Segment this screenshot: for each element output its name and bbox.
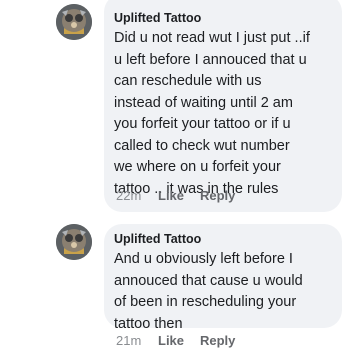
comment-actions: 22m Like Reply: [116, 187, 235, 205]
like-button[interactable]: Like: [158, 187, 200, 205]
comment-bubble: Uplifted Tattoo Did u not read wut I jus…: [104, 0, 342, 212]
comment-text: Did u not read wut I just put ..if u lef…: [114, 30, 310, 197]
like-button[interactable]: Like: [158, 332, 200, 348]
comment-author[interactable]: Uplifted Tattoo: [114, 10, 334, 26]
comment-text: And u obviously left before I annouced t…: [114, 251, 303, 332]
comment-actions: 21m Like Reply: [116, 332, 235, 348]
comment-timestamp[interactable]: 22m: [116, 187, 158, 205]
comment-bubble: Uplifted Tattoo And u obviously left bef…: [104, 224, 342, 332]
avatar-image-icon: [56, 224, 92, 260]
avatar-image-icon: [56, 4, 92, 40]
reply-button[interactable]: Reply: [200, 187, 235, 205]
avatar[interactable]: [56, 224, 92, 260]
avatar[interactable]: [56, 4, 92, 40]
reply-button[interactable]: Reply: [200, 332, 235, 348]
comment-author[interactable]: Uplifted Tattoo: [114, 231, 334, 247]
comment-timestamp[interactable]: 21m: [116, 332, 158, 348]
